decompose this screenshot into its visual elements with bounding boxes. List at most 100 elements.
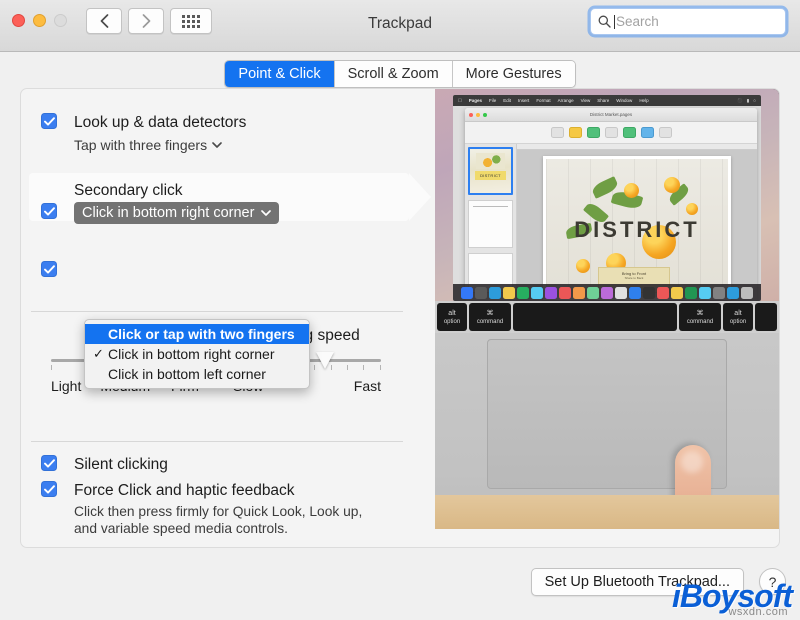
key-option-right-name: option	[729, 318, 747, 325]
option-secondary-click-text: Secondary click Click in bottom right co…	[74, 181, 280, 224]
menu-item-two-fingers-label: Click or tap with two fingers	[108, 326, 295, 342]
menu-checkmark-icon: ✓	[93, 346, 104, 361]
titlebar: Trackpad Search	[0, 0, 800, 52]
secondary-click-popup-button[interactable]: Click in bottom right corner	[74, 202, 280, 224]
option-look-up[interactable]: Look up & data detectors Tap with three …	[41, 113, 246, 154]
checkmark-icon	[43, 116, 55, 126]
key-command-right-glyph: ⌘	[696, 309, 704, 317]
option-silent-clicking[interactable]: Silent clicking	[41, 455, 168, 474]
search-input[interactable]: Search	[590, 8, 786, 35]
macbook-palmrest	[435, 333, 779, 529]
macbook-keyboard: alt option ⌘ command ⌘ command alt optio…	[435, 301, 779, 333]
page-thumbnail-2	[468, 200, 513, 248]
search-placeholder: Search	[616, 14, 659, 29]
option-tap-to-click[interactable]	[41, 261, 57, 277]
key-option-right-glyph: alt	[734, 309, 742, 317]
option-look-up-text: Look up & data detectors Tap with three …	[74, 113, 246, 154]
tab-more-gestures[interactable]: More Gestures	[452, 61, 575, 87]
clock-display: ○	[753, 98, 756, 103]
gesture-preview-video:  Pages File Edit Insert Format Arrange …	[435, 89, 779, 529]
key-option-left: alt option	[437, 303, 467, 331]
slider-tracking-scale-fast: Fast	[353, 378, 381, 394]
setup-bluetooth-trackpad-button[interactable]: Set Up Bluetooth Trackpad...	[530, 568, 744, 596]
context-card-line2: Share to Back	[624, 276, 644, 280]
menu-item-bottom-left-label: Click in bottom left corner	[108, 366, 266, 382]
preview-menubar:  Pages File Edit Insert Format Arrange …	[453, 95, 761, 106]
pages-body: DISTRICT DISTRICT Bring to Front Share t…	[465, 144, 757, 301]
macbook-screen:  Pages File Edit Insert Format Arrange …	[435, 89, 779, 301]
checkbox-secondary-click[interactable]	[41, 203, 57, 219]
page-thumbnail-1-label: DISTRICT	[475, 171, 506, 180]
menubar-help: Help	[635, 98, 648, 103]
menu-item-two-fingers[interactable]: Click or tap with two fingers	[85, 324, 309, 344]
menubar-format: Format	[532, 98, 550, 103]
menubar-share: Share	[593, 98, 609, 103]
key-spacebar	[513, 303, 677, 331]
pages-thumbnail-sidebar: DISTRICT	[465, 144, 517, 301]
search-icon	[598, 15, 611, 28]
menubar-view: View	[576, 98, 591, 103]
menubar-window: Window	[612, 98, 632, 103]
menubar-insert: Insert	[514, 98, 529, 103]
pages-canvas: DISTRICT Bring to Front Share to Back	[517, 144, 757, 301]
toolbar-table-icon	[568, 127, 582, 138]
menubar-status-items: ⚫ ▮ ○	[737, 98, 756, 104]
menu-item-bottom-left[interactable]: Click in bottom left corner	[85, 364, 309, 384]
tab-scroll-and-zoom[interactable]: Scroll & Zoom	[334, 61, 453, 87]
poster-headline: DISTRICT	[574, 216, 700, 242]
page-thumbnail-1: DISTRICT	[468, 147, 513, 195]
desktop:  Pages File Edit Insert Format Arrange …	[453, 95, 761, 301]
option-force-click-text: Force Click and haptic feedback Click th…	[74, 481, 362, 537]
system-preferences-window: Trackpad Search Point & Click Scroll & Z…	[0, 0, 800, 620]
option-look-up-value: Tap with three fingers	[74, 137, 208, 153]
option-secondary-click-title: Secondary click	[74, 182, 183, 199]
options-pane: Look up & data detectors Tap with three …	[21, 89, 431, 547]
option-look-up-popup[interactable]: Tap with three fingers	[74, 136, 246, 154]
key-command-left-name: command	[476, 318, 504, 325]
secondary-click-dropdown-menu[interactable]: Click or tap with two fingers ✓ Click in…	[84, 319, 310, 389]
option-silent-clicking-text: Silent clicking	[74, 455, 168, 474]
menu-item-bottom-right-label: Click in bottom right corner	[108, 346, 275, 362]
menubar-app-name: Pages	[465, 98, 482, 103]
preferences-content: Look up & data detectors Tap with three …	[20, 88, 780, 548]
battery-icon: ▮	[746, 97, 750, 103]
text-caret	[614, 14, 615, 29]
option-secondary-click[interactable]: Secondary click Click in bottom right co…	[41, 181, 280, 224]
pages-document: DISTRICT Bring to Front Share to Back	[543, 156, 731, 300]
toolbar-view-icon	[550, 127, 564, 138]
toolbar-comment-icon	[658, 127, 672, 138]
pages-toolbar	[465, 122, 757, 144]
pages-window: District Market.pages DISTRICT DISTRICT …	[465, 108, 757, 301]
checkbox-silent-clicking[interactable]	[41, 455, 57, 471]
menubar-file: File	[485, 98, 496, 103]
checkmark-icon	[43, 458, 55, 468]
toolbar-shape-icon	[622, 127, 636, 138]
key-option-left-name: option	[443, 318, 461, 325]
key-command-right: ⌘ command	[679, 303, 721, 331]
option-silent-clicking-title: Silent clicking	[74, 456, 168, 473]
option-look-up-title: Look up & data detectors	[74, 114, 247, 131]
menu-item-bottom-right[interactable]: ✓ Click in bottom right corner	[85, 344, 309, 364]
key-arrow	[755, 303, 777, 331]
checkmark-icon	[43, 206, 55, 216]
option-force-click[interactable]: Force Click and haptic feedback Click th…	[41, 481, 362, 537]
tab-group: Point & Click Scroll & Zoom More Gesture…	[224, 60, 576, 88]
pages-titlebar: District Market.pages	[465, 108, 757, 122]
pages-document-title: District Market.pages	[589, 112, 633, 117]
checkmark-icon	[43, 264, 55, 274]
tab-point-and-click[interactable]: Point & Click	[225, 61, 335, 87]
option-force-click-title: Force Click and haptic feedback	[74, 482, 295, 499]
menubar-arrange: Arrange	[553, 98, 574, 103]
separator-top	[31, 311, 403, 312]
checkbox-tap-to-click[interactable]	[41, 261, 57, 277]
checkbox-look-up[interactable]	[41, 113, 57, 129]
checkbox-force-click[interactable]	[41, 481, 57, 497]
key-command-right-name: command	[686, 318, 714, 325]
pages-ruler	[517, 144, 757, 150]
chevron-down-icon	[261, 210, 272, 216]
key-command-left: ⌘ command	[469, 303, 511, 331]
toolbar-text-icon	[604, 127, 618, 138]
search-container: Search	[590, 8, 786, 35]
checkmark-icon	[43, 484, 55, 494]
help-button[interactable]: ?	[759, 568, 786, 595]
